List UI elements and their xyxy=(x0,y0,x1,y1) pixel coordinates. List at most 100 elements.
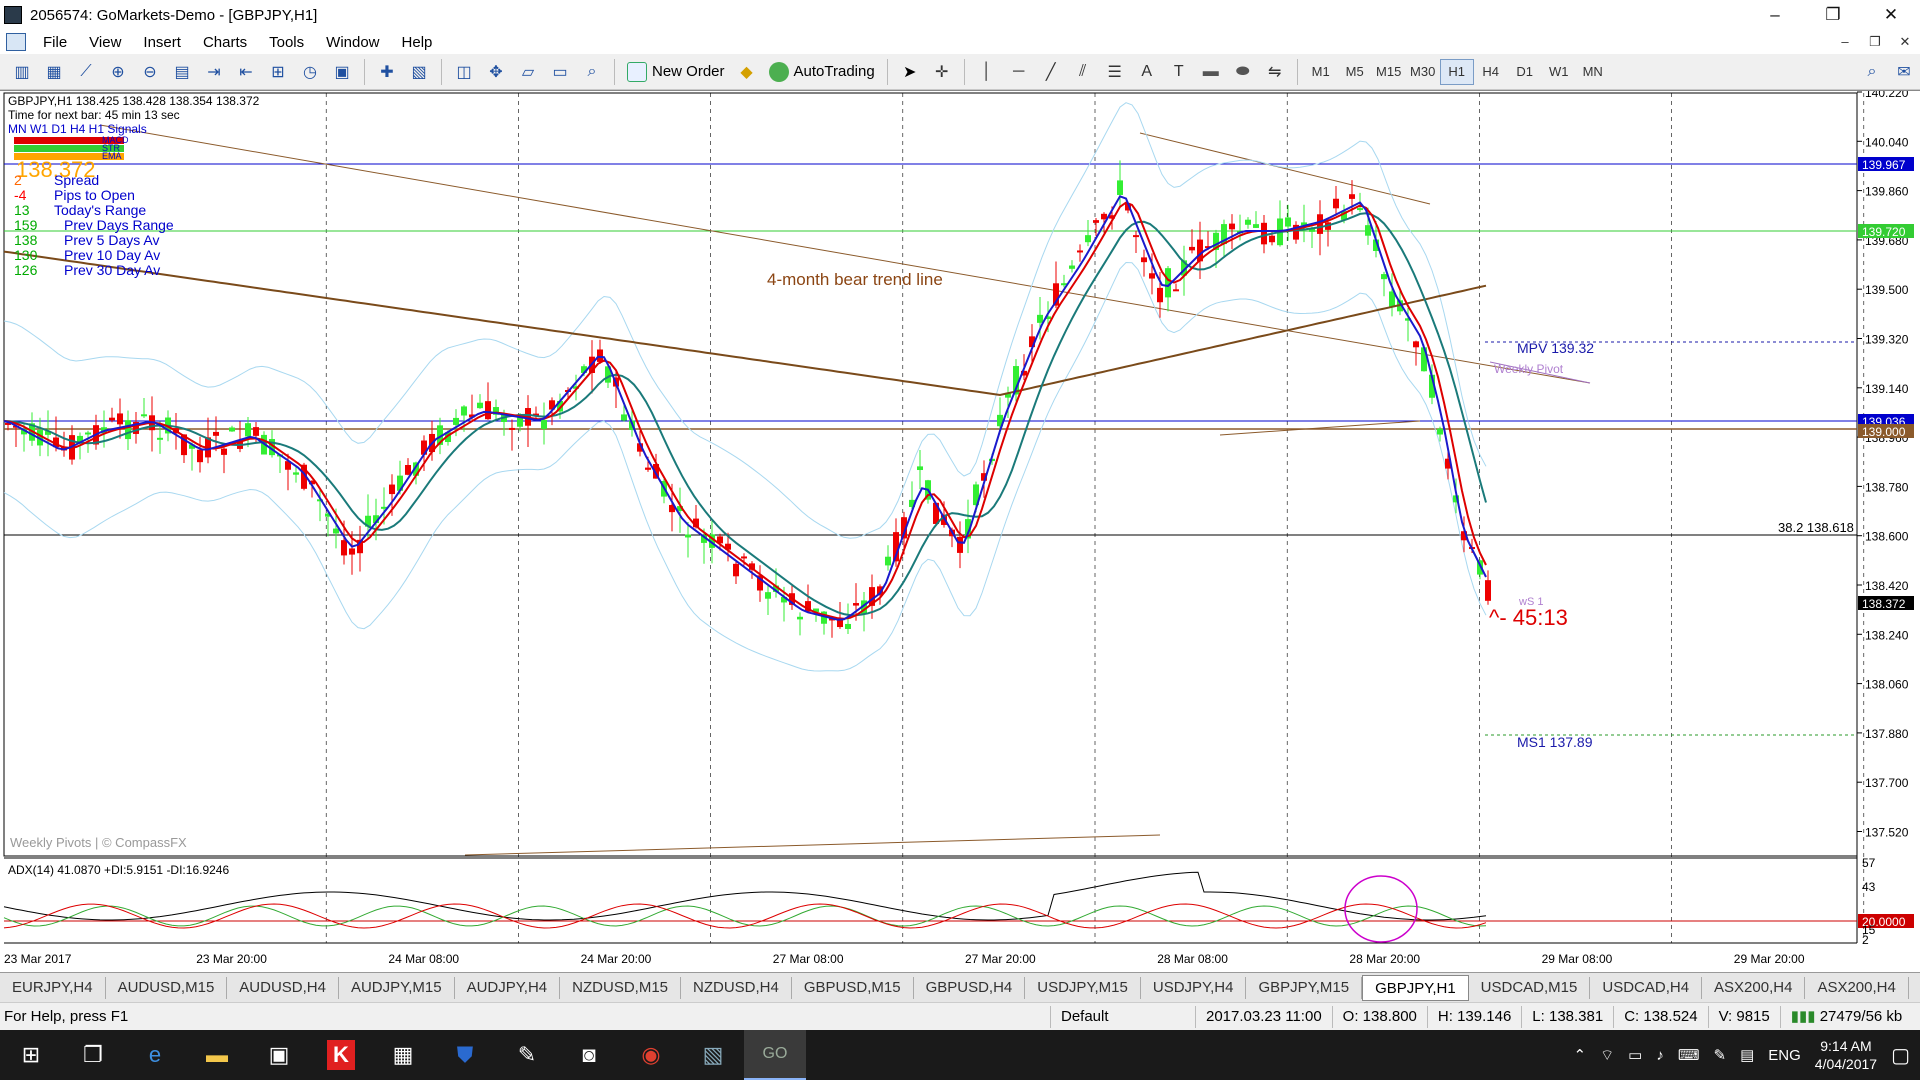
cursor-icon[interactable]: ➤ xyxy=(896,58,924,86)
vertical-line-icon[interactable]: │ xyxy=(973,58,1001,86)
minimize-button[interactable]: – xyxy=(1746,5,1804,25)
image-viewer-icon[interactable]: ▧ xyxy=(682,1030,744,1080)
auto-scroll-icon[interactable]: ⇥ xyxy=(200,58,228,86)
security-icon[interactable]: ⛊ xyxy=(434,1030,496,1080)
pen-icon[interactable]: ✎ xyxy=(1714,1046,1727,1064)
folder-icon[interactable]: ▱ xyxy=(514,58,542,86)
k-app-icon[interactable]: K xyxy=(310,1030,372,1080)
navigator-icon[interactable]: ✥ xyxy=(482,58,510,86)
chart-tab[interactable]: AUDJPY,H4 xyxy=(455,976,561,999)
text-label-icon[interactable]: T xyxy=(1165,58,1193,86)
menu-window[interactable]: Window xyxy=(315,34,390,51)
strategy-tester-icon[interactable]: ⌕ xyxy=(578,58,606,86)
chart-tab[interactable]: NZDUSD,H4 xyxy=(681,976,792,999)
chart-shift-icon[interactable]: ⇤ xyxy=(232,58,260,86)
chart-tab[interactable]: AUDUSD,M15 xyxy=(106,976,228,999)
templates-icon[interactable]: ▣ xyxy=(328,58,356,86)
paint-icon[interactable]: ✎ xyxy=(496,1030,558,1080)
timeframe-mn[interactable]: MN xyxy=(1576,59,1610,85)
keyboard-icon[interactable]: ⌨ xyxy=(1678,1046,1700,1064)
menu-tools[interactable]: Tools xyxy=(258,34,315,51)
store-icon[interactable]: ▣ xyxy=(248,1030,310,1080)
crosshair-icon[interactable]: ✛ xyxy=(928,58,956,86)
chart-tab[interactable]: USDJPY,M15 xyxy=(1025,976,1141,999)
menu-view[interactable]: View xyxy=(78,34,132,51)
chart-tab[interactable]: USDCAD,H4 xyxy=(1590,976,1703,999)
gomarkets-icon[interactable]: GO xyxy=(744,1030,806,1080)
fibonacci-icon[interactable]: ☰ xyxy=(1101,58,1129,86)
new-chart-icon[interactable]: ✚ xyxy=(373,58,401,86)
ellipse-icon[interactable]: ⬬ xyxy=(1229,58,1257,86)
periods-icon[interactable]: ◷ xyxy=(296,58,324,86)
zoom-out-icon[interactable]: ⊖ xyxy=(136,58,164,86)
chart-tab[interactable]: AUDJPY,M15 xyxy=(339,976,455,999)
new-order-button[interactable]: New Order xyxy=(621,58,731,86)
chart-tab[interactable]: USDCAD,M15 xyxy=(1469,976,1591,999)
timeframe-m1[interactable]: M1 xyxy=(1304,59,1338,85)
windows-start-icon[interactable]: ⊞ xyxy=(0,1030,62,1080)
menu-help[interactable]: Help xyxy=(391,34,444,51)
bar-chart-icon[interactable]: ▥ xyxy=(8,58,36,86)
zoom-in-icon[interactable]: ⊕ xyxy=(104,58,132,86)
tray-chevron-icon[interactable]: ⌃ xyxy=(1573,1046,1586,1064)
timeframe-w1[interactable]: W1 xyxy=(1542,59,1576,85)
close-button[interactable]: ✕ xyxy=(1862,5,1920,25)
mdi-minimize-button[interactable]: – xyxy=(1830,34,1860,50)
chart-tab[interactable]: GBPJPY,M15 xyxy=(1246,976,1363,999)
chart-window[interactable]: 4-month bear trend line MPV 139.32 Weekl… xyxy=(0,90,1920,972)
metaeditor-icon[interactable]: ◆ xyxy=(733,58,761,86)
status-profile[interactable]: Default xyxy=(1050,1005,1195,1028)
menu-file[interactable]: File xyxy=(32,34,78,51)
autotrading-button[interactable]: AutoTrading xyxy=(763,58,881,86)
price-chart[interactable]: 4-month bear trend line MPV 139.32 Weekl… xyxy=(0,91,1920,973)
indicators-icon[interactable]: ⊞ xyxy=(264,58,292,86)
timeframe-m15[interactable]: M15 xyxy=(1372,59,1406,85)
chart-tab[interactable]: EURJPY,H4 xyxy=(0,976,106,999)
edge-icon[interactable]: e xyxy=(124,1030,186,1080)
mdi-close-button[interactable]: ✕ xyxy=(1890,34,1920,50)
menu-charts[interactable]: Charts xyxy=(192,34,258,51)
menu-insert[interactable]: Insert xyxy=(132,34,192,51)
timeframe-h1[interactable]: H1 xyxy=(1439,58,1474,85)
candlestick-icon[interactable]: ▦ xyxy=(40,58,68,86)
chart-tab[interactable]: AUDUSD,H4 xyxy=(227,976,339,999)
search-icon[interactable]: ⌕ xyxy=(1858,58,1886,86)
tile-windows-icon[interactable]: ▤ xyxy=(168,58,196,86)
chart-tab[interactable]: NZDUSD,M15 xyxy=(560,976,682,999)
wifi-icon[interactable]: ⌔ xyxy=(1600,1046,1614,1065)
camera-icon[interactable]: ◙ xyxy=(558,1030,620,1080)
file-explorer-icon[interactable]: ▬ xyxy=(186,1030,248,1080)
chart-tab[interactable]: WS: xyxy=(1909,977,1920,999)
profiles-icon[interactable]: ▧ xyxy=(405,58,433,86)
arrows-icon[interactable]: ⇋ xyxy=(1261,58,1289,86)
touch-keyboard-icon[interactable]: ▤ xyxy=(1740,1046,1754,1064)
chart-tab[interactable]: ASX200,H4 xyxy=(1702,976,1806,999)
battery-icon[interactable]: ▭ xyxy=(1628,1046,1642,1064)
timeframe-d1[interactable]: D1 xyxy=(1508,59,1542,85)
calculator-icon[interactable]: ▦ xyxy=(372,1030,434,1080)
clock[interactable]: 9:14 AM 4/04/2017 xyxy=(1815,1037,1877,1073)
channel-icon[interactable]: ⫽ xyxy=(1069,58,1097,86)
chrome-icon[interactable]: ◉ xyxy=(620,1030,682,1080)
trendline-icon[interactable]: ╱ xyxy=(1037,58,1065,86)
chat-icon[interactable]: ✉ xyxy=(1890,58,1918,86)
chart-tab[interactable]: GBPUSD,M15 xyxy=(792,976,914,999)
notifications-icon[interactable]: ▢ xyxy=(1891,1043,1910,1068)
line-chart-icon[interactable]: ⟋ xyxy=(72,58,100,86)
horizontal-line-icon[interactable]: ─ xyxy=(1005,58,1033,86)
timeframe-m5[interactable]: M5 xyxy=(1338,59,1372,85)
language-indicator[interactable]: ENG xyxy=(1768,1047,1801,1064)
timeframe-m30[interactable]: M30 xyxy=(1406,59,1440,85)
volume-icon[interactable]: ♪ xyxy=(1656,1047,1664,1064)
chart-tab[interactable]: GBPUSD,H4 xyxy=(914,976,1026,999)
chart-tab[interactable]: GBPJPY,H1 xyxy=(1362,974,1469,1001)
task-view-icon[interactable]: ❐ xyxy=(62,1030,124,1080)
timeframe-h4[interactable]: H4 xyxy=(1474,59,1508,85)
maximize-button[interactable]: ❐ xyxy=(1804,5,1862,25)
terminal-icon[interactable]: ▭ xyxy=(546,58,574,86)
mdi-restore-button[interactable]: ❐ xyxy=(1860,34,1890,50)
chart-tab[interactable]: ASX200,H4 xyxy=(1805,976,1909,999)
chart-tab[interactable]: USDJPY,H4 xyxy=(1141,976,1247,999)
rectangle-icon[interactable]: ▬ xyxy=(1197,58,1225,86)
text-icon[interactable]: A xyxy=(1133,58,1161,86)
